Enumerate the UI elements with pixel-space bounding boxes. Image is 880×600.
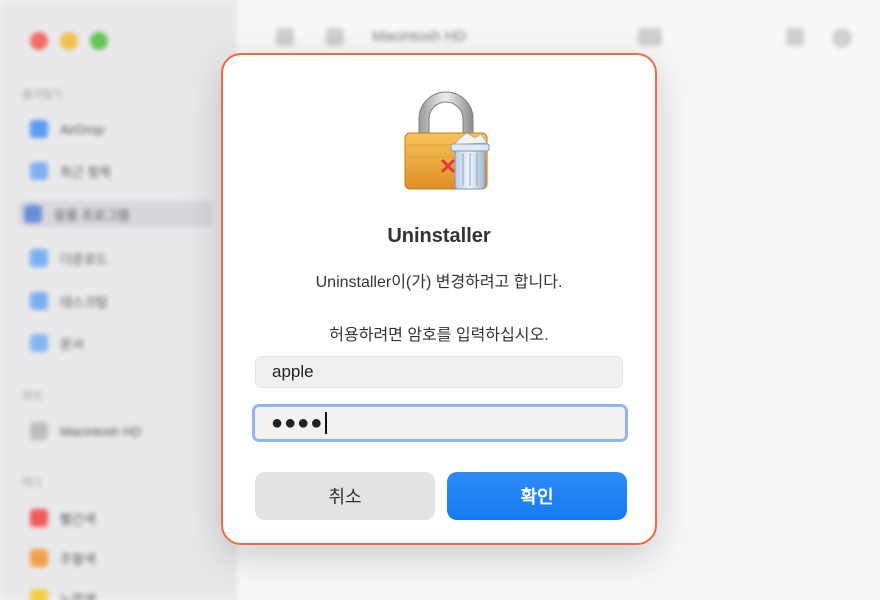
view-grid-icon[interactable] <box>638 28 662 46</box>
sidebar-item-icon <box>30 120 48 138</box>
more-chevron-icon[interactable] <box>786 28 804 46</box>
sidebar-item-label: 문서 <box>60 336 84 352</box>
sidebar-item-icon <box>30 589 48 600</box>
sidebar-item[interactable]: 다운로드 <box>24 245 214 271</box>
dialog-title: Uninstaller <box>387 225 491 247</box>
back-arrow-icon[interactable] <box>276 28 294 46</box>
sidebar-item-icon <box>30 549 48 567</box>
sidebar-item[interactable]: 문서 <box>24 330 214 356</box>
sidebar-item-icon <box>30 509 48 527</box>
lock-trash-icon <box>404 91 490 190</box>
sidebar-item-label: 응용 프로그램 <box>54 207 130 223</box>
sidebar-section-label: 태그 <box>22 477 43 489</box>
password-field[interactable]: ●●●● <box>252 404 628 442</box>
password-masked-value: ●●●● <box>271 411 324 434</box>
sidebar-item[interactable]: 빨간색 <box>24 505 214 531</box>
finder-sidebar: 즐겨찾기위치태그 AirDrop 최근 항목응용 프로그램다운로드데스크탑문서 Mac… <box>0 0 238 600</box>
username-field[interactable]: apple <box>255 356 623 388</box>
sidebar-item[interactable]: 주황색 <box>24 545 214 571</box>
sidebar-item-label: 최근 항목 <box>60 164 112 180</box>
authorization-dialog: Uninstaller Uninstaller이(가) 변경하려고 합니다. 허… <box>221 53 657 545</box>
sidebar-item-icon <box>30 334 48 352</box>
sidebar-item-label: 빨간색 <box>60 511 96 527</box>
text-caret <box>325 412 328 434</box>
sidebar-item[interactable]: 최근 항목 <box>24 158 214 184</box>
dialog-message: Uninstaller이(가) 변경하려고 합니다. <box>315 274 563 291</box>
sidebar-item-label: AirDrop <box>60 121 105 137</box>
sidebar-item[interactable]: 데스크탑 <box>24 288 214 314</box>
ok-button[interactable]: 확인 <box>447 472 627 520</box>
minimize-window-button[interactable] <box>60 32 78 50</box>
cancel-button[interactable]: 취소 <box>255 472 435 520</box>
sidebar-item-label: 주황색 <box>60 551 96 567</box>
sidebar-item-icon <box>30 292 48 310</box>
sidebar-item-label: 노란색 <box>60 591 96 600</box>
sidebar-section-label: 위치 <box>22 391 43 403</box>
sidebar-item[interactable]: 응용 프로그램 <box>18 201 212 227</box>
finder-toolbar-title: Macintosh HD <box>372 28 467 45</box>
sidebar-item[interactable]: Macintosh HD <box>24 418 214 444</box>
zoom-window-button[interactable] <box>90 32 108 50</box>
forward-arrow-icon[interactable] <box>326 28 344 46</box>
sidebar-item-label: 데스크탑 <box>60 294 108 310</box>
dialog-prompt: 허용하려면 암호를 입력하십시오. <box>329 327 549 344</box>
sidebar-item[interactable]: 노란색 <box>24 585 214 600</box>
sidebar-item-label: Macintosh HD <box>60 423 142 439</box>
sidebar-item-icon <box>30 162 48 180</box>
sidebar-item[interactable]: AirDrop <box>24 116 214 142</box>
close-window-button[interactable] <box>30 32 48 50</box>
sidebar-item-icon <box>30 249 48 267</box>
username-value: apple <box>272 362 314 381</box>
search-icon[interactable] <box>832 28 852 48</box>
sidebar-item-label: 다운로드 <box>60 251 108 267</box>
sidebar-section-label: 즐겨찾기 <box>22 89 63 101</box>
sidebar-item-icon <box>24 205 42 223</box>
sidebar-item-icon <box>30 422 48 440</box>
